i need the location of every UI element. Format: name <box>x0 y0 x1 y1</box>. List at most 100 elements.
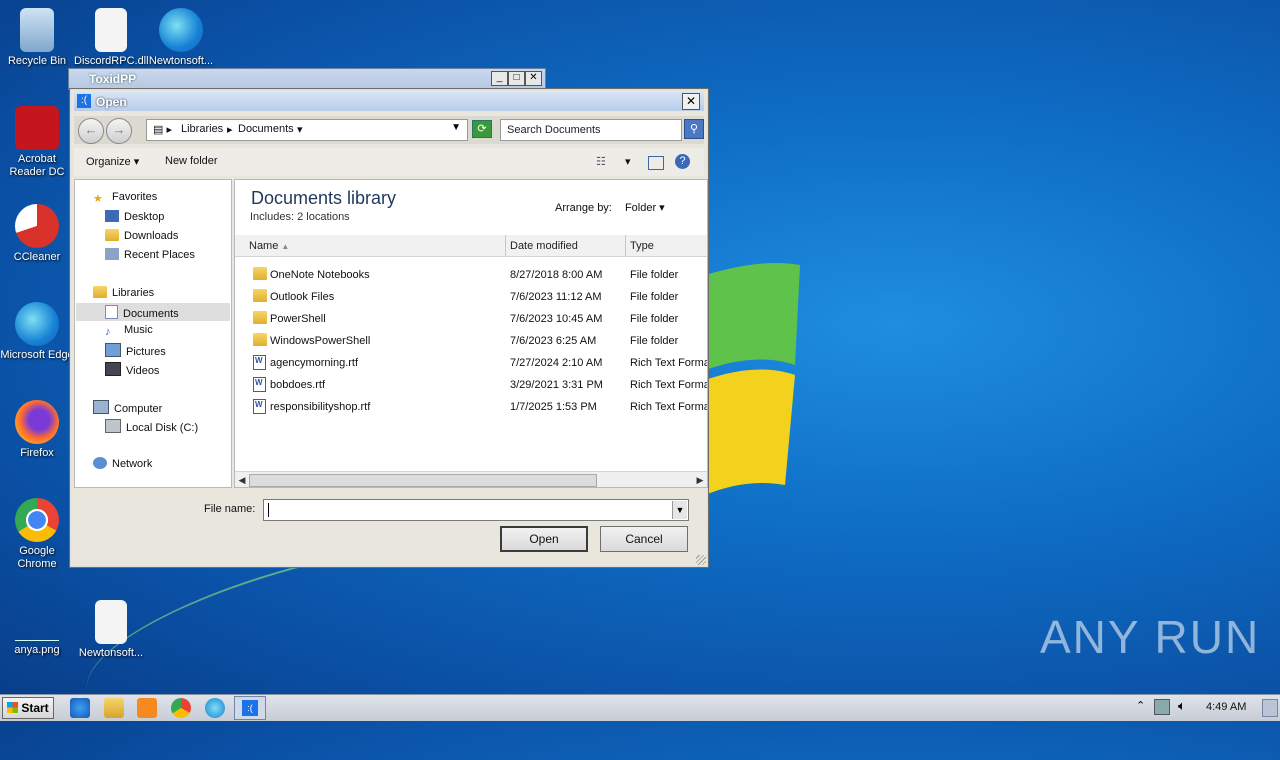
scroll-left-icon[interactable]: ◀ <box>235 473 249 487</box>
scroll-thumb[interactable] <box>249 474 597 487</box>
breadcrumb[interactable]: ▤ ▸ Libraries ▸ Documents ▾ ▼ <box>146 119 468 141</box>
history-dropdown-icon[interactable]: ▼ <box>451 122 461 133</box>
file-type: File folder <box>630 269 679 281</box>
view-dropdown-icon[interactable]: ▾ <box>625 155 631 168</box>
file-row[interactable]: WindowsPowerShell 7/6/2023 6:25 AM File fo… <box>235 330 707 352</box>
nav-item-favorites[interactable]: ★ Favorites <box>93 191 157 205</box>
nav-item-computer[interactable]: Computer <box>93 400 162 415</box>
library-locations-link[interactable]: 2 locations <box>297 211 350 223</box>
cancel-button[interactable]: Cancel <box>600 526 688 552</box>
file-row[interactable]: agencymorning.rtf 7/27/2024 2:10 AM Rich T… <box>235 352 707 374</box>
file-type: Rich Text Forma <box>630 401 708 413</box>
resize-grip[interactable] <box>696 555 706 565</box>
file-date: 8/27/2018 8:00 AM <box>510 269 603 281</box>
dialog-title: Open <box>96 95 127 109</box>
nav-item-local-disk[interactable]: Local Disk (C:) <box>105 419 198 434</box>
file-row[interactable]: OneNote Notebooks 8/27/2018 8:00 AM File f… <box>235 264 707 286</box>
back-button[interactable]: ← <box>78 118 104 144</box>
nav-item-desktop[interactable]: Desktop <box>105 210 164 223</box>
show-hidden-icons-icon[interactable]: ⌃ <box>1136 699 1145 712</box>
file-name-input[interactable]: ▼ <box>263 499 689 521</box>
network-tray-icon[interactable] <box>1154 699 1170 715</box>
desktop-icon-recycle-bin[interactable]: Recycle Bin <box>0 8 74 68</box>
file-row[interactable]: Outlook Files 7/6/2023 11:12 AM File folde… <box>235 286 707 308</box>
desktop-icon-firefox[interactable]: Firefox <box>0 400 74 460</box>
desktop-icon-chrome[interactable]: Google Chrome <box>0 498 74 571</box>
search-icon[interactable]: ⚲ <box>684 119 704 139</box>
forward-button[interactable]: → <box>106 118 132 144</box>
nav-item-documents[interactable]: Documents <box>105 305 179 320</box>
rtf-document-icon <box>253 399 266 414</box>
nav-item-pictures[interactable]: Pictures <box>105 343 166 358</box>
column-divider[interactable] <box>505 235 506 256</box>
toxidpp-taskbar-button[interactable]: :( <box>234 696 266 720</box>
search-input[interactable]: Search Documents <box>500 119 682 141</box>
desktop-icon-newtonsoft-2[interactable]: Newtonsoft... <box>74 600 148 660</box>
edge-taskbar-icon[interactable] <box>205 698 225 718</box>
clock[interactable]: 4:49 AM <box>1206 701 1246 713</box>
open-button[interactable]: Open <box>500 526 588 552</box>
organize-button[interactable]: Organize ▾ <box>86 155 139 168</box>
windows-logo-icon <box>7 702 19 713</box>
edge-icon <box>159 8 203 52</box>
nav-item-libraries[interactable]: Libraries <box>93 286 154 299</box>
preview-pane-icon[interactable] <box>648 156 664 170</box>
file-name: PowerShell <box>270 313 326 325</box>
column-divider[interactable] <box>625 235 626 256</box>
file-name: responsibilityshop.rtf <box>270 401 371 413</box>
ccleaner-icon <box>15 204 59 248</box>
desktop-icon-discordrpc[interactable]: DiscordRPC.dll <box>74 8 149 68</box>
column-header-type[interactable]: Type <box>630 240 654 252</box>
new-folder-button[interactable]: New folder <box>165 155 218 167</box>
nav-item-network[interactable]: Network <box>93 457 152 470</box>
desktop-icon-edge[interactable]: Microsoft Edge <box>0 302 74 362</box>
dialog-close-button[interactable]: ✕ <box>682 93 700 110</box>
scroll-right-icon[interactable]: ▶ <box>693 473 707 487</box>
file-name-dropdown-icon[interactable]: ▼ <box>672 501 687 519</box>
nav-item-music[interactable]: ♪ Music <box>105 324 153 338</box>
desktop-icon-anya[interactable]: anya.png <box>0 600 74 657</box>
dialog-titlebar: :( Open ✕ <box>74 92 704 111</box>
show-desktop-button[interactable] <box>1262 699 1278 717</box>
desktop-icon-acrobat[interactable]: Acrobat Reader DC <box>0 106 74 179</box>
chevron-right-icon: ▸ <box>227 124 233 136</box>
file-date: 1/7/2025 1:53 PM <box>510 401 597 413</box>
file-explorer-icon[interactable] <box>104 698 124 718</box>
edge-icon <box>15 302 59 346</box>
file-row[interactable]: bobdoes.rtf 3/29/2021 3:31 PM Rich Text Fo… <box>235 374 707 396</box>
maximize-button[interactable]: □ <box>508 71 525 86</box>
breadcrumb-libraries[interactable]: Libraries <box>181 123 223 135</box>
file-name: OneNote Notebooks <box>270 269 370 281</box>
file-row[interactable]: responsibilityshop.rtf 1/7/2025 1:53 PM Ri… <box>235 396 707 418</box>
view-icon[interactable]: ☷ <box>596 155 606 168</box>
column-header-name[interactable]: Name ▲ <box>249 240 289 252</box>
media-player-icon[interactable] <box>137 698 157 718</box>
start-button[interactable]: Start <box>2 697 54 719</box>
image-file-icon <box>15 600 59 641</box>
file-row[interactable]: PowerShell 7/6/2023 10:45 AM File folder <box>235 308 707 330</box>
nav-item-downloads[interactable]: Downloads <box>105 229 178 242</box>
volume-icon[interactable]: 🔈︎ <box>1178 698 1186 714</box>
nav-item-videos[interactable]: Videos <box>105 362 159 377</box>
toxidpp-window[interactable]: ToxidPP _ □ ✕ <box>68 68 546 90</box>
file-name: WindowsPowerShell <box>270 335 371 347</box>
column-header-date[interactable]: Date modified <box>510 240 578 252</box>
folder-icon <box>253 267 267 280</box>
refresh-icon[interactable]: ⟳ <box>472 120 492 138</box>
internet-explorer-icon[interactable] <box>70 698 90 718</box>
chrome-taskbar-icon[interactable] <box>171 698 191 718</box>
help-icon[interactable]: ? <box>675 154 690 169</box>
arrange-by-dropdown[interactable]: Folder ▾ <box>625 202 665 214</box>
horizontal-scrollbar[interactable]: ◀ ▶ <box>235 471 707 487</box>
close-button[interactable]: ✕ <box>525 71 542 86</box>
breadcrumb-documents[interactable]: Documents <box>238 123 294 135</box>
taskbar: Start :( ⌃ 🔈︎ 4:49 AM <box>0 694 1280 721</box>
minimize-button[interactable]: _ <box>491 71 508 86</box>
nav-item-recent-places[interactable]: Recent Places <box>105 248 195 261</box>
toxidpp-title: ToxidPP <box>89 72 137 86</box>
text-caret <box>268 503 269 517</box>
desktop-icon-ccleaner[interactable]: CCleaner <box>0 204 74 264</box>
desktop-icon-newtonsoft[interactable]: Newtonsoft... <box>144 8 218 68</box>
desktop-icon <box>105 210 119 222</box>
network-icon <box>93 457 107 469</box>
